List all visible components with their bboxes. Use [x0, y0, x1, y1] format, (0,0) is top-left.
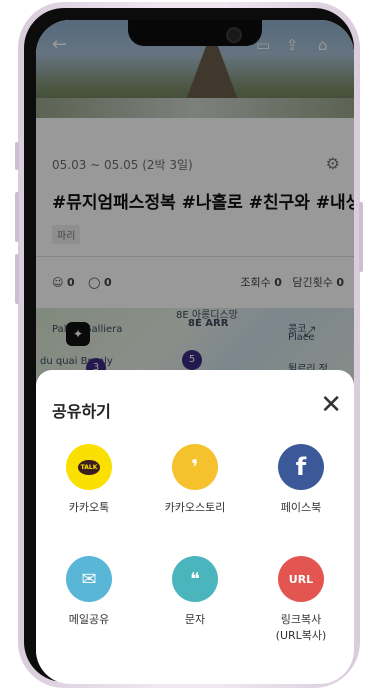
share-option-label: 카카오스토리 — [164, 501, 226, 514]
link-icon: URL — [278, 556, 324, 602]
close-icon[interactable]: ✕ — [320, 390, 342, 420]
share-mail-button[interactable]: ✉ 메일공유 — [44, 556, 134, 628]
facebook-icon: f — [278, 444, 324, 490]
phone-side-button — [15, 192, 19, 242]
phone-frame: ← ▭ ⇪ ⌂ 05.03 ~ 05.05 (2박 3일) ⚙ #뮤지엄패스정복… — [15, 2, 363, 688]
share-kakaostory-button[interactable]: ❜ 카카오스토리 — [150, 444, 240, 516]
kakaotalk-icon: TALK — [66, 444, 112, 490]
share-option-label: 링크복사 (URL복사) — [275, 613, 327, 642]
share-option-label: 문자 — [184, 613, 206, 626]
share-facebook-button[interactable]: f 페이스북 — [256, 444, 346, 516]
share-sheet: 공유하기 ✕ TALK 카카오톡 ❜ 카카오스토리 f 페이스북 ✉ 메일공유 … — [36, 370, 354, 684]
share-option-label: 카카오톡 — [68, 501, 110, 514]
share-title: 공유하기 — [52, 402, 111, 421]
phone-side-button — [359, 202, 363, 272]
share-option-label: 페이스북 — [280, 501, 322, 514]
phone-side-button — [15, 142, 19, 170]
mail-icon: ✉ — [66, 556, 112, 602]
phone-screen: ← ▭ ⇪ ⌂ 05.03 ~ 05.05 (2박 3일) ⚙ #뮤지엄패스정복… — [36, 20, 354, 684]
phone-bezel: ← ▭ ⇪ ⌂ 05.03 ~ 05.05 (2박 3일) ⚙ #뮤지엄패스정복… — [24, 8, 354, 684]
share-option-label: 메일공유 — [68, 613, 110, 626]
phone-side-button — [15, 254, 19, 304]
kakaostory-icon: ❜ — [172, 444, 218, 490]
message-icon: ❝ — [172, 556, 218, 602]
share-link-button[interactable]: URL 링크복사 (URL복사) — [256, 556, 346, 644]
share-message-button[interactable]: ❝ 문자 — [150, 556, 240, 628]
share-kakaotalk-button[interactable]: TALK 카카오톡 — [44, 444, 134, 516]
